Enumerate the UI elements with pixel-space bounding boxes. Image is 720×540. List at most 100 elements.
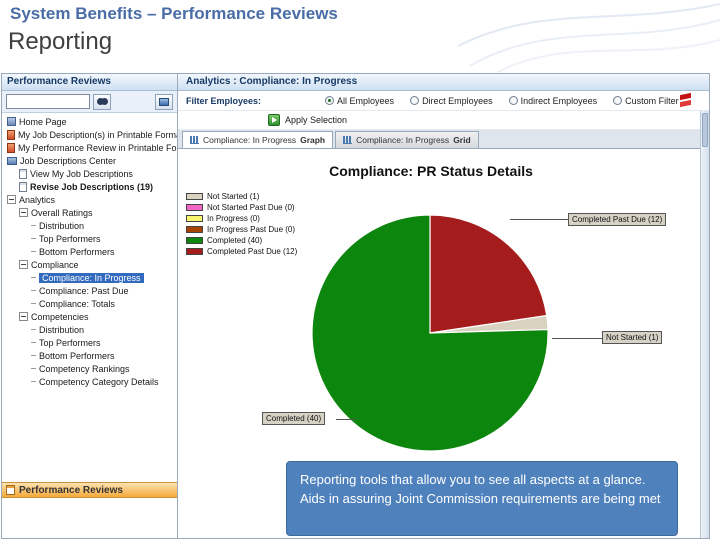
legend-swatch (186, 226, 203, 233)
tree-item-label: Competencies (31, 311, 89, 322)
app-logo (679, 93, 693, 108)
mail-button[interactable] (155, 93, 173, 110)
radio-unselected-icon[interactable] (508, 96, 518, 105)
page-subtitle: Reporting (8, 28, 113, 55)
filter-row: Filter Employees: All Employees Direct Em… (178, 91, 709, 111)
tree-item[interactable]: Competency Category Details (2, 375, 177, 388)
callout-completed: Completed (40) (262, 412, 326, 425)
tree-item[interactable]: Compliance (2, 258, 177, 271)
sidebar: Performance Reviews Home Page My Job Desc… (2, 74, 178, 538)
tree-item-label: Compliance: In Progress (39, 272, 144, 283)
radio-option[interactable]: Indirect Employees (508, 96, 597, 106)
page-title: System Benefits – Performance Reviews (10, 4, 338, 23)
legend-swatch (186, 248, 203, 255)
tree-item[interactable]: Competencies (2, 310, 177, 323)
search-button[interactable] (93, 93, 111, 110)
tree-item[interactable]: My Performance Review in Printable Forma (2, 141, 177, 154)
legend-item: Not Started Past Due (0) (186, 202, 297, 213)
sidebar-search-bar (2, 91, 177, 113)
leaf-icon (31, 381, 36, 382)
radio-option[interactable]: Custom Filter (613, 96, 679, 106)
doc-icon (19, 181, 27, 192)
folder-icon (7, 156, 17, 165)
legend-swatch (186, 204, 203, 211)
slide: System Benefits – Performance Reviews Re… (0, 0, 720, 540)
tab-label: Compliance: In Progress (203, 135, 297, 145)
sidebar-footer-space (2, 498, 177, 538)
tab-label: Compliance: In Progress (356, 135, 450, 145)
radio-option[interactable]: Direct Employees (410, 96, 493, 106)
tab-compliance-in-progress-graph[interactable]: Compliance: In Progress Graph (182, 131, 334, 148)
tree-item[interactable]: Bottom Performers (2, 245, 177, 258)
apply-selection-button[interactable]: Apply Selection (178, 111, 709, 130)
chart-title: Compliance: PR Status Details (329, 163, 533, 179)
radio-unselected-icon[interactable] (410, 96, 420, 105)
leaf-icon (31, 368, 36, 369)
radio-selected-icon[interactable] (325, 96, 335, 105)
tree-item[interactable]: Revise Job Descriptions (19) (2, 180, 177, 193)
tree-item[interactable]: Compliance: In Progress (2, 271, 177, 284)
tab-view-label: Grid (453, 135, 471, 145)
tree-item-label: Compliance: Past Due (39, 285, 129, 296)
legend-item: In Progress (0) (186, 213, 297, 224)
decorative-swirls (457, 3, 720, 73)
tab-bar: Compliance: In Progress Graph Compliance… (178, 130, 709, 149)
legend-swatch (186, 215, 203, 222)
leaf-icon (31, 238, 36, 239)
tree-item[interactable]: Top Performers (2, 232, 177, 245)
bar-chart-icon (190, 136, 199, 144)
search-input[interactable] (6, 94, 90, 109)
expander-icon (7, 195, 16, 204)
tree-item-label: Distribution (39, 324, 85, 335)
tree-item[interactable]: Top Performers (2, 336, 177, 349)
filter-label: Filter Employees: (186, 95, 262, 106)
home-icon (7, 117, 16, 126)
tree-item[interactable]: Home Page (2, 115, 177, 128)
leaf-icon (31, 290, 36, 291)
doc-icon (19, 168, 27, 179)
vertical-scrollbar[interactable] (700, 111, 709, 538)
tree-item[interactable]: My Job Description(s) in Printable Forma… (2, 128, 177, 141)
tree-item-label: Home Page (19, 116, 67, 127)
tree-item[interactable]: Competency Rankings (2, 362, 177, 375)
tree-item[interactable]: Job Descriptions Center (2, 154, 177, 167)
apply-selection-label: Apply Selection (285, 115, 348, 125)
sidebar-footer-performance-reviews[interactable]: Performance Reviews (2, 482, 177, 498)
radio-unselected-icon[interactable] (613, 96, 623, 105)
tree-item-label: Job Descriptions Center (20, 155, 117, 166)
tree-item[interactable]: View My Job Descriptions (2, 167, 177, 180)
tree-item-label: View My Job Descriptions (30, 168, 133, 179)
tree-item-label: Bottom Performers (39, 246, 115, 257)
radio-label: All Employees (337, 95, 395, 106)
doc-red-icon (7, 129, 15, 140)
tree-item[interactable]: Compliance: Past Due (2, 284, 177, 297)
radio-option[interactable]: All Employees (325, 96, 394, 106)
clipboard-icon (6, 485, 15, 495)
sidebar-title: Performance Reviews (2, 74, 177, 91)
leaf-icon (31, 342, 36, 343)
radio-label: Direct Employees (422, 95, 493, 106)
legend-label: Not Started Past Due (0) (207, 203, 295, 212)
tree-item[interactable]: Bottom Performers (2, 349, 177, 362)
sidebar-footer-label: Performance Reviews (19, 484, 123, 496)
tree-item-label: Compliance: Totals (39, 298, 115, 309)
tree-item-label: Revise Job Descriptions (19) (30, 181, 154, 192)
tree-item[interactable]: Distribution (2, 219, 177, 232)
tree-item[interactable]: Analytics (2, 193, 177, 206)
doc-red-icon (7, 142, 15, 153)
leaf-icon (31, 277, 36, 278)
mail-icon (159, 97, 169, 106)
apply-arrow-icon (268, 114, 280, 126)
tab-compliance-in-progress-grid[interactable]: Compliance: In Progress Grid (335, 131, 479, 148)
tree-item[interactable]: Compliance: Totals (2, 297, 177, 310)
expander-icon (19, 208, 28, 217)
tree-item-label: Top Performers (39, 233, 101, 244)
binoculars-icon (96, 98, 108, 105)
tree-item[interactable]: Overall Ratings (2, 206, 177, 219)
tree-item-label: Bottom Performers (39, 350, 115, 361)
tree-item[interactable]: Distribution (2, 323, 177, 336)
callout-line (552, 338, 602, 339)
legend-swatch (186, 193, 203, 200)
tree-item-label: Distribution (39, 220, 85, 231)
scrollbar-thumb[interactable] (702, 113, 708, 147)
